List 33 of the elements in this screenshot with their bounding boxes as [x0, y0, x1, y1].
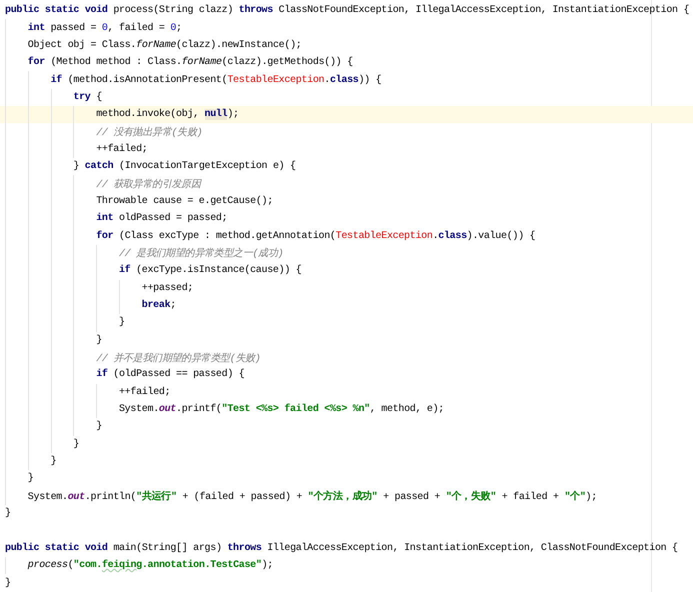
- code-line: if (oldPassed == passed) {: [96, 369, 244, 380]
- code-line: // 没有抛出异常(失败): [96, 126, 202, 140]
- code-line: // 是我们期望的异常类型之一(成功): [118, 246, 284, 260]
- code-line: Object obj = Class.forName(clazz).newInstance();: [28, 40, 302, 51]
- code-line: }: [96, 421, 102, 432]
- code-line: public static void main(String[] args) throws IllegalAccessException, InstantiationException, ClassNotFoundException {: [5, 542, 678, 554]
- code-line: Throwable cause = e.getCause();: [96, 196, 273, 207]
- code-line: // 并不是我们期望的异常类型(失败): [96, 352, 260, 365]
- code-line: ++failed;: [96, 144, 148, 155]
- code-line: System.out.printf("Test <%s> failed <%s> %n", method, e);: [118, 404, 444, 416]
- code-line: System.out.println("共运行" + (failed + passed) + "个方法，成功" + passed + "个，失败" + failed + "个");: [28, 489, 597, 504]
- code-line: int passed = 0, failed = 0;: [28, 22, 182, 34]
- code-line: }: [73, 438, 80, 450]
- code-line: try {: [73, 92, 102, 103]
- code-line: int oldPassed = passed;: [96, 213, 228, 224]
- code-line: process("com.feiqing.annotation.TestCase");: [28, 560, 273, 572]
- code-line: ++passed;: [142, 282, 194, 294]
- code-line: } catch (InvocationTargetException e) {: [73, 161, 296, 172]
- code-line: method.invoke(obj, null);: [96, 109, 239, 120]
- code-line: }: [96, 334, 102, 346]
- code-line: // 获取异常的引发原因: [96, 178, 201, 192]
- code-line: break;: [142, 300, 176, 312]
- code-line: }: [5, 578, 11, 589]
- code-line: for (Class excType : method.getAnnotation(TestableException.class).value()) {: [96, 230, 536, 242]
- code-line: }: [28, 473, 34, 484]
- code-line: if (method.isAnnotationPresent(TestableException.class)) {: [50, 74, 382, 86]
- code-line: }: [5, 508, 11, 520]
- code-line: ++failed;: [118, 386, 170, 398]
- code-line: }: [50, 456, 56, 468]
- code-line: if (excType.isInstance(cause)) {: [118, 265, 302, 276]
- code-line: for (Method method : Class.forName(clazz).getMethods()) {: [28, 57, 353, 68]
- code-line: public static void process(String clazz) throws ClassNotFoundException, IllegalAccessException, InstantiationException {: [5, 5, 690, 16]
- code-line: }: [118, 317, 125, 328]
